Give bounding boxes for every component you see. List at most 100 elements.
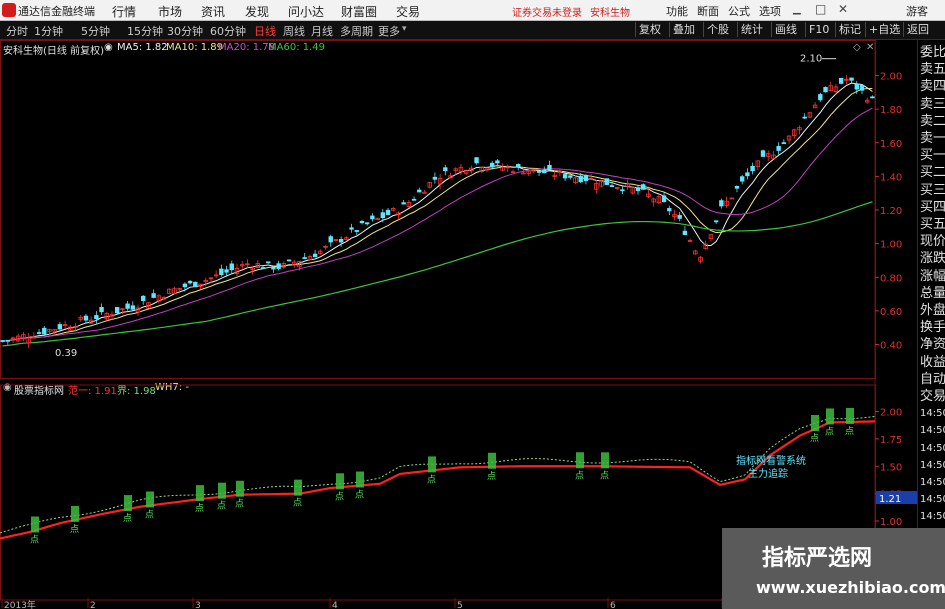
candle-body: [5, 339, 11, 342]
side-panel-item: 外盘: [920, 303, 945, 318]
tab-daily[interactable]: 日线: [254, 23, 276, 39]
x-axis-label: 3: [195, 601, 201, 609]
candle-body: [745, 172, 750, 177]
tab-timeshare[interactable]: 分时: [6, 23, 28, 39]
candle-body: [682, 230, 688, 235]
side-panel-item: 买五: [920, 217, 945, 232]
candle-body: [312, 253, 318, 258]
price-axis-label: 1.00: [880, 240, 902, 251]
watermark-title: 指标严选网: [762, 546, 873, 571]
period-toolbar: 分时 1分钟 5分钟 15分钟 30分钟 60分钟 日线 周线 月线 多周期 更…: [0, 21, 945, 40]
menu-options[interactable]: 选项: [759, 3, 781, 19]
candle-body: [359, 221, 365, 224]
candle-body: [635, 187, 641, 192]
buy-marker-label: 点: [427, 474, 436, 485]
menu-function[interactable]: 功能: [666, 3, 688, 19]
x-axis-label: 2013年: [4, 599, 36, 609]
btn-adjust[interactable]: 复权: [635, 22, 664, 37]
btn-back[interactable]: 返回: [903, 22, 932, 37]
candle-body: [870, 96, 875, 99]
buy-marker-bar: [336, 473, 344, 490]
buy-marker-label: 点: [235, 499, 244, 510]
side-panel-item: 买二: [920, 165, 945, 181]
menu-market[interactable]: 市场: [158, 3, 182, 20]
candle-body: [224, 269, 229, 273]
menu-trade[interactable]: 交易: [396, 3, 420, 20]
tab-multi-period[interactable]: 多周期: [340, 23, 373, 39]
candle-body: [57, 324, 63, 330]
side-panel-item: 涨跌: [920, 251, 945, 267]
main-panel-border: [0, 40, 876, 379]
sub-axis-label: 2.00: [880, 408, 902, 419]
candle-body: [489, 162, 495, 168]
buy-marker-bar: [356, 471, 364, 488]
side-panel-item: 买一: [920, 148, 945, 164]
menu-wealth[interactable]: 财富圈: [341, 3, 377, 20]
minimize-icon[interactable]: ▁: [793, 4, 801, 15]
candle-body: [36, 332, 42, 334]
tab-15min[interactable]: 15分钟: [127, 23, 163, 39]
menu-quotes[interactable]: 行情: [112, 3, 136, 20]
side-panel-item[interactable]: 自动: [920, 371, 945, 388]
candle-body: [474, 157, 479, 164]
more-chevron-icon[interactable]: ▾: [402, 24, 407, 34]
tab-monthly[interactable]: 月线: [311, 23, 333, 39]
side-panel-item[interactable]: 交易: [920, 388, 945, 405]
buy-marker-label: 点: [600, 470, 609, 481]
btn-mark[interactable]: 标记: [835, 22, 864, 37]
guest-label[interactable]: 游客: [906, 3, 928, 19]
candle-body: [401, 202, 406, 205]
side-panel-item: 买四: [920, 199, 945, 215]
candle-body: [713, 220, 719, 223]
candle-body: [750, 165, 755, 172]
btn-add-watchlist[interactable]: +自选: [865, 22, 903, 37]
candle-body: [422, 191, 427, 194]
tab-60min[interactable]: 60分钟: [210, 23, 246, 39]
candle-body: [776, 145, 781, 151]
side-panel-item: 14:50: [920, 511, 945, 523]
buy-marker-bar: [811, 415, 819, 432]
tab-more[interactable]: 更多: [378, 23, 400, 39]
close-icon[interactable]: ✕: [838, 2, 848, 16]
price-axis-label: 1.20: [880, 206, 902, 217]
btn-f10[interactable]: F10: [805, 22, 832, 37]
btn-stats[interactable]: 统计: [737, 22, 766, 37]
candle-body: [83, 315, 89, 321]
candle-body: [130, 305, 136, 310]
buy-marker-bar: [218, 482, 226, 499]
sub-axis-label: 1.00: [880, 517, 902, 528]
maximize-icon[interactable]: □: [815, 2, 826, 16]
buy-marker-bar: [236, 480, 244, 497]
candle-body: [578, 175, 583, 183]
candle-body: [151, 293, 156, 298]
candle-body: [719, 200, 724, 207]
candle-body: [141, 295, 146, 302]
side-panel-item: 14:50: [920, 408, 945, 420]
sub-axis-label: 1.75: [880, 435, 902, 446]
buy-marker-label: 点: [810, 433, 819, 444]
tab-30min[interactable]: 30分钟: [167, 23, 203, 39]
menu-section[interactable]: 断面: [697, 3, 719, 19]
menu-discover[interactable]: 发现: [245, 3, 269, 20]
chart-area[interactable]: 点点点 点点点点点点 点点点点点点点 点指标网看警系统主力追踪 2.001.801.6…: [0, 40, 917, 609]
btn-draw[interactable]: 画线: [771, 22, 800, 37]
candle-body: [620, 189, 625, 192]
candle-body: [760, 150, 766, 157]
low-annotation: 0.39: [55, 348, 77, 359]
tab-weekly[interactable]: 周线: [283, 23, 305, 39]
tab-1min[interactable]: 1分钟: [34, 23, 63, 39]
candle-body: [380, 212, 386, 219]
tab-5min[interactable]: 5分钟: [81, 23, 110, 39]
buy-marker-label: 点: [30, 534, 39, 545]
btn-overlay[interactable]: 叠加: [669, 22, 698, 37]
menu-ask[interactable]: 问小达: [288, 3, 324, 20]
candle-body: [443, 167, 448, 172]
candle-body: [542, 169, 547, 174]
candle-body: [349, 227, 354, 230]
x-axis-label: 2: [90, 601, 96, 609]
menu-formula[interactable]: 公式: [728, 3, 750, 19]
top-menu-bar: 通达信金融终端 行情 市场 资讯 发现 问小达 财富圈 交易 证券交易未登录 安…: [0, 0, 945, 21]
sub-axis-label: 1.50: [880, 462, 902, 473]
menu-news[interactable]: 资讯: [201, 3, 225, 20]
btn-stock[interactable]: 个股: [703, 22, 732, 37]
